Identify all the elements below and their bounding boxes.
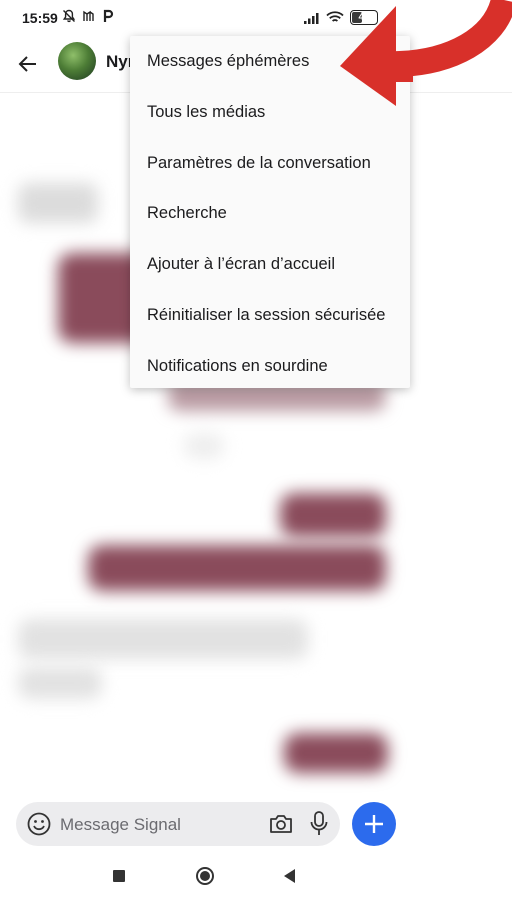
annotation-arrow-icon	[340, 0, 512, 106]
blurred-date-divider	[184, 433, 224, 459]
recents-button[interactable]	[113, 870, 125, 882]
system-navigation-bar	[0, 852, 512, 900]
microphone-icon	[310, 811, 328, 835]
menu-item-mute-notifications[interactable]: Notifications en sourdine	[130, 341, 410, 392]
blurred-outgoing-message	[280, 493, 386, 537]
back-button[interactable]	[12, 48, 44, 80]
blurred-outgoing-message	[88, 545, 386, 591]
voice-note-button[interactable]	[308, 810, 330, 843]
menu-item-add-to-home-screen[interactable]: Ajouter à l’écran d’accueil	[130, 239, 410, 290]
menu-item-reset-secure-session[interactable]: Réinitialiser la session sécurisée	[130, 290, 410, 341]
blurred-incoming-message	[18, 183, 98, 223]
emoji-icon	[27, 812, 51, 836]
camera-button[interactable]	[268, 811, 294, 842]
status-time: 15:59	[22, 10, 58, 26]
blurred-incoming-message	[18, 667, 102, 699]
menu-item-conversation-settings[interactable]: Paramètres de la conversation	[130, 138, 410, 189]
contact-avatar[interactable]	[58, 42, 96, 80]
menu-item-search[interactable]: Recherche	[130, 188, 410, 239]
emoji-button[interactable]	[26, 811, 52, 842]
p-app-icon	[103, 9, 114, 22]
blurred-outgoing-message	[284, 733, 388, 773]
plus-icon	[365, 815, 383, 833]
attach-button[interactable]	[352, 802, 396, 846]
signal-icon	[304, 12, 319, 24]
bell-off-icon	[62, 9, 76, 23]
arrow-left-icon	[18, 56, 36, 72]
blurred-incoming-message	[18, 619, 308, 659]
home-button[interactable]	[196, 867, 214, 885]
message-input[interactable]	[58, 810, 262, 840]
message-composer	[16, 802, 340, 846]
status-notification-icons	[62, 9, 114, 23]
camera-icon	[270, 815, 292, 833]
gothic-m-icon	[83, 10, 94, 21]
system-back-button[interactable]	[284, 869, 295, 883]
